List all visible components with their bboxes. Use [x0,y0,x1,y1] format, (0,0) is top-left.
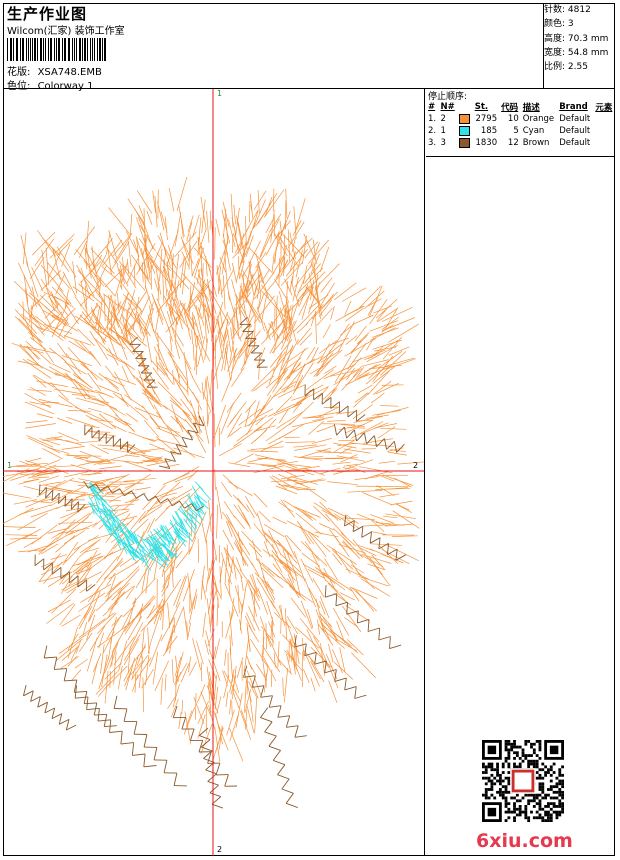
axis-label-right: 2 [413,461,419,470]
barcode [7,38,133,61]
color-swatch [459,137,471,148]
table-divider [426,156,615,157]
col-stitches: St. [474,102,489,112]
design-canvas: 1 2 1 2 [0,89,425,856]
embroidery-preview [0,89,425,856]
col-element: 元素 [595,103,613,113]
col-index: # [428,102,436,112]
stat-colors: 颜色: 3 [544,19,574,30]
axis-label-left: 1 [7,461,13,470]
qr-code [482,740,564,822]
table-row: 2. 1 185 5 Cyan Default [428,125,591,136]
axis-label-top: 1 [217,89,223,98]
page-title: 生产作业图 [7,5,88,23]
col-brand: Brand [559,102,588,112]
stat-width: 宽度: 54.8 mm [544,47,609,58]
header-info: 生产作业图 Wilcom(汇家) 装饰工作室 花版: XSA748.EMB 色位… [3,3,544,92]
stop-sequence-table: # N# St. 代码 描述 Brand 元素 1. 2 2795 10 Ora… [426,101,615,149]
table-row: 3. 3 1830 12 Brown Default [428,137,591,148]
stat-height: 高度: 70.3 mm [544,33,609,44]
col-number: N# [440,102,455,112]
stats-panel: 针数: 4812 颜色: 3 高度: 70.3 mm 宽度: 54.8 mm 比… [544,3,614,74]
col-swatch [457,101,472,113]
axis-label-bottom: 2 [217,845,223,854]
color-swatch [459,125,471,136]
company-name: Wilcom(汇家) 装饰工作室 [7,26,125,37]
col-code: 代码 [501,103,519,113]
site-watermark: 6xiu.com [476,830,573,852]
design-row: 花版: XSA748.EMB [7,63,102,78]
table-header: # N# St. 代码 描述 Brand 元素 [426,101,615,113]
col-desc: 描述 [522,103,540,113]
stat-stitches: 针数: 4812 [544,5,591,15]
table-row: 1. 2 2795 10 Orange Default [428,113,591,124]
stat-scale: 比例: 2.55 [544,62,588,73]
color-swatch [459,113,471,124]
header: 生产作业图 Wilcom(汇家) 装饰工作室 花版: XSA748.EMB 色位… [3,3,615,92]
